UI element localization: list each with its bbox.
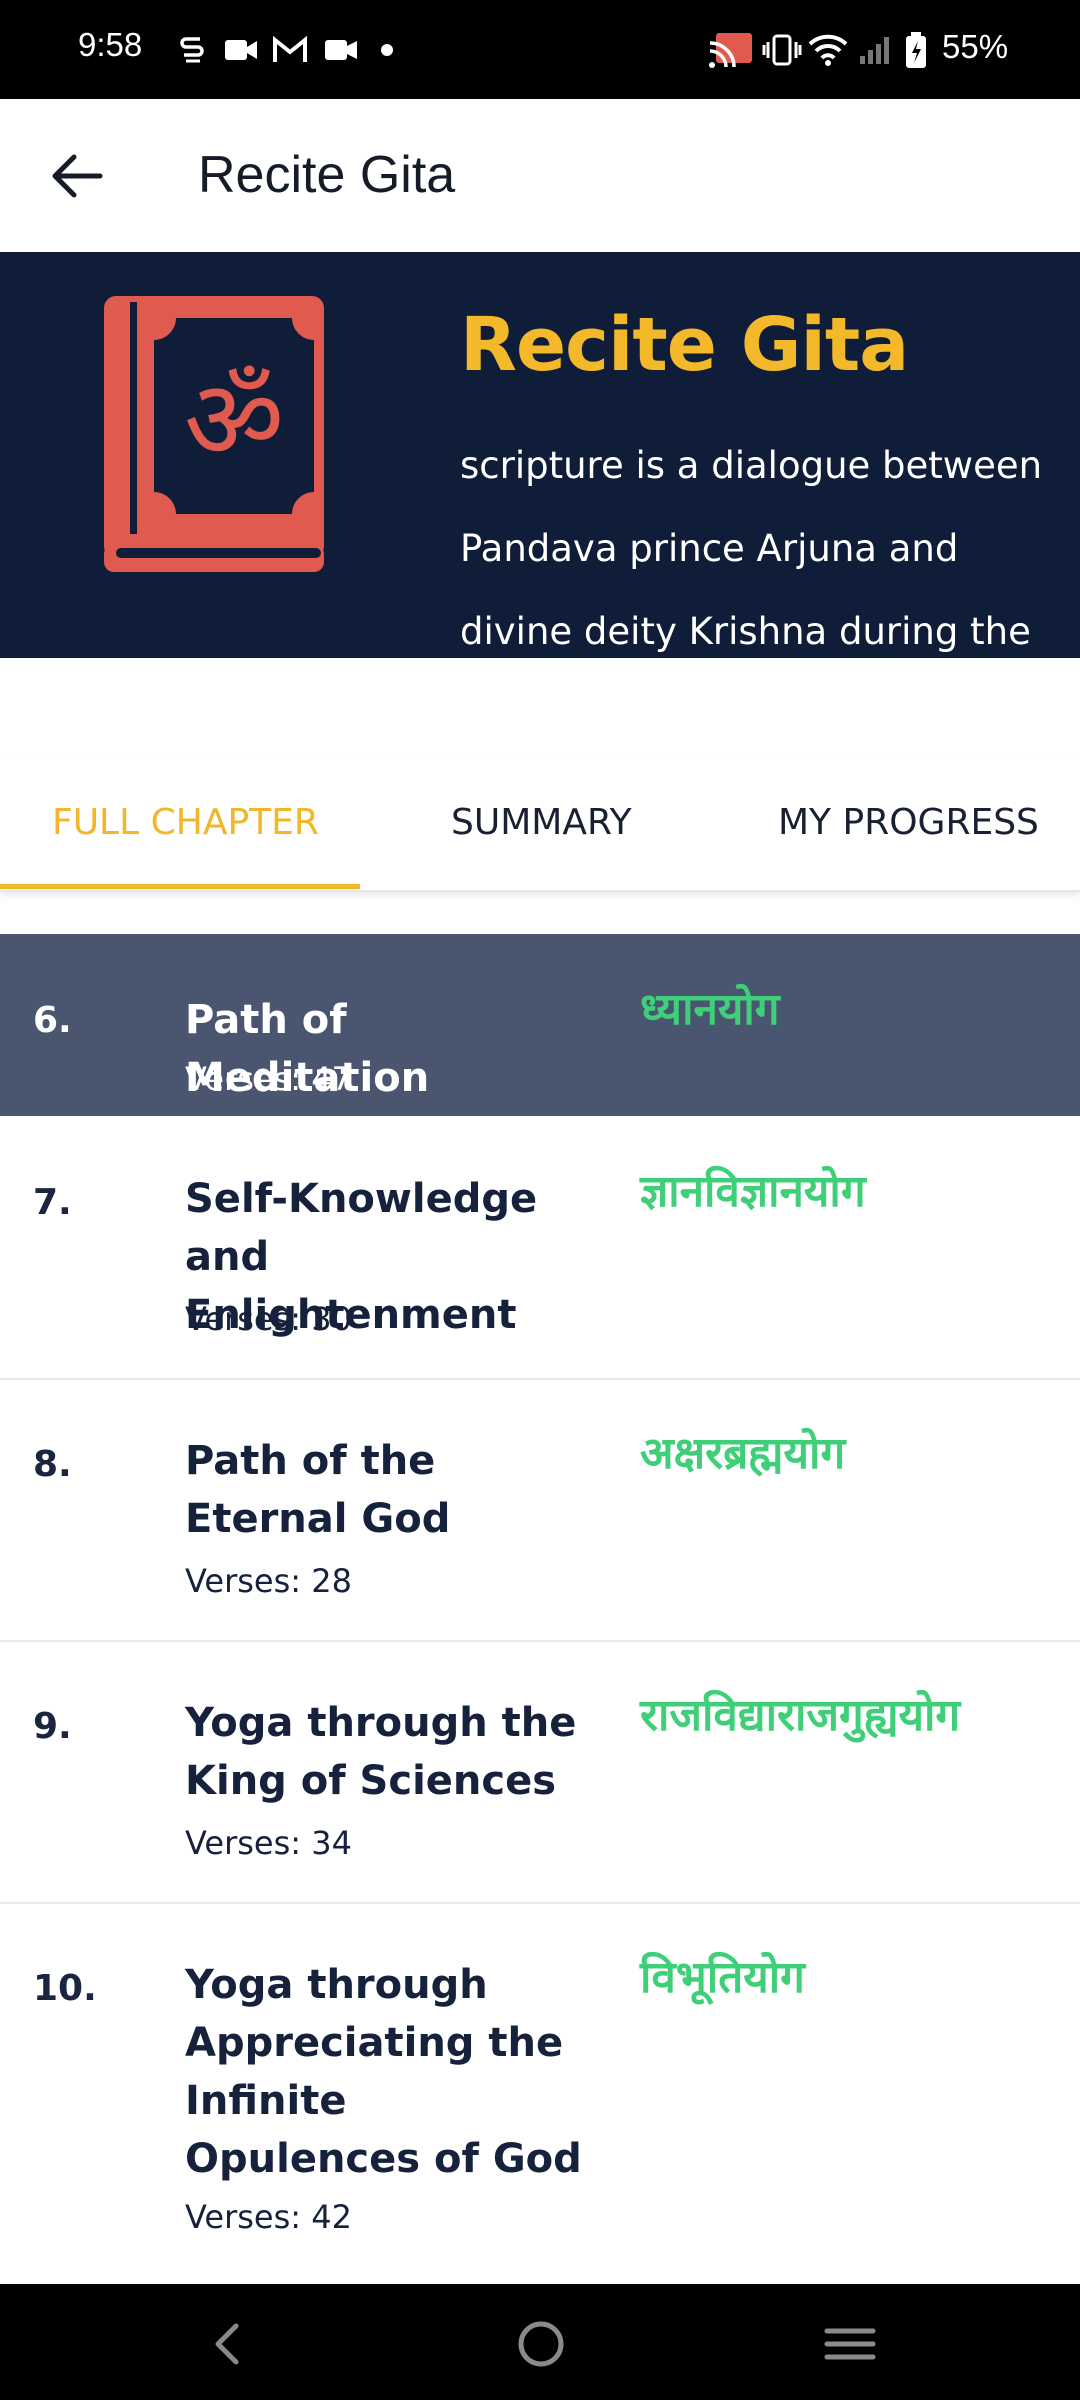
tab-full-chapter[interactable]: FULL CHAPTER	[52, 802, 319, 843]
chapter-sanskrit: विभूतियोग	[640, 1952, 805, 2003]
home-circle-icon	[518, 2321, 564, 2367]
chapter-number: 9.	[33, 1706, 72, 1747]
hero-banner: ॐ Recite Gita scripture is a dialogue be…	[0, 252, 1080, 658]
chapter-verses: Verses: 47	[185, 1060, 352, 1098]
chapter-sanskrit: राजविद्याराजगुह्ययोग	[640, 1690, 961, 1741]
nav-home-button[interactable]	[511, 2314, 571, 2374]
om-book-icon: ॐ	[104, 296, 324, 572]
chapter-verses: Verses: 30	[185, 1300, 352, 1338]
dot-icon	[380, 30, 394, 70]
chapter-name: Yoga through the King of Sciences	[185, 1700, 577, 1804]
tab-bar: FULL CHAPTER SUMMARY MY PROGRESS	[0, 760, 1080, 892]
chapter-row-10[interactable]: 10. Yoga through Appreciating the Infini…	[0, 1902, 1080, 2282]
nav-back-button[interactable]	[198, 2314, 258, 2374]
tab-summary[interactable]: SUMMARY	[451, 802, 632, 843]
app-bar: Recite Gita	[0, 99, 1080, 252]
chapter-sanskrit: ज्ञानविज्ञानयोग	[640, 1166, 866, 1217]
svg-text:ॐ: ॐ	[184, 356, 284, 484]
tab-my-progress[interactable]: MY PROGRESS	[778, 802, 1039, 843]
chapter-number: 10.	[33, 1968, 97, 2009]
chapter-number: 8.	[33, 1444, 72, 1485]
wifi-icon	[808, 30, 848, 70]
battery-icon	[904, 30, 928, 70]
signal-icon	[858, 30, 892, 70]
chapter-number: 6.	[33, 1000, 72, 1041]
chapter-row-7[interactable]: 7. Self-Knowledge and Enlightenment Vers…	[0, 1116, 1080, 1380]
chapter-row-9[interactable]: 9. Yoga through the King of Sciences Ver…	[0, 1640, 1080, 1904]
status-time: 9:58	[78, 26, 143, 63]
tab-indicator	[0, 884, 360, 889]
hero-title: Recite Gita	[460, 302, 909, 388]
arrow-left-icon	[52, 154, 103, 198]
chapter-verses: Verses: 34	[185, 1824, 352, 1862]
chapter-name: Yoga through Appreciating the Infinite O…	[185, 1962, 582, 2182]
gmail-icon	[272, 30, 308, 70]
chapter-verses: Verses: 42	[185, 2198, 352, 2236]
battery-percent: 55%	[942, 28, 1009, 65]
vibrate-icon	[762, 30, 802, 70]
chapter-sanskrit: अक्षरब्रह्मयोग	[640, 1428, 846, 1479]
chapter-row-6[interactable]: 6. Path of Meditation Verses: 47 ध्यानयो…	[0, 934, 1080, 1116]
menu-icon	[824, 2328, 876, 2360]
camera-icon	[324, 30, 358, 70]
chapter-sanskrit: ध्यानयोग	[640, 984, 780, 1035]
status-bar: 9:58 55%	[0, 0, 1080, 99]
nav-menu-button[interactable]	[820, 2314, 880, 2374]
chapter-verses: Verses: 28	[185, 1562, 352, 1600]
video-icon	[224, 30, 258, 70]
back-button[interactable]	[44, 143, 110, 209]
chapter-row-8[interactable]: 8. Path of the Eternal God Verses: 28 अक…	[0, 1378, 1080, 1642]
hero-description: scripture is a dialogue between Pandava …	[460, 444, 1043, 653]
chapter-name: Path of the Eternal God	[185, 1438, 451, 1542]
page-title: Recite Gita	[198, 146, 456, 204]
cast-icon	[708, 30, 754, 70]
chevron-left-icon	[215, 2323, 239, 2365]
sync-s-icon	[178, 30, 206, 70]
chapter-number: 7.	[33, 1182, 72, 1223]
system-nav-bar	[0, 2284, 1080, 2400]
